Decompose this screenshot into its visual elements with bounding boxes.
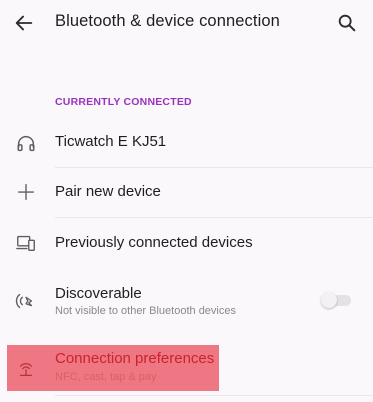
discoverable-label: Discoverable — [55, 285, 142, 302]
search-button[interactable] — [333, 9, 361, 37]
device-row-ticwatch[interactable]: Ticwatch E KJ51 — [0, 119, 373, 167]
divider — [55, 395, 373, 396]
toggle-thumb — [321, 292, 337, 308]
connection-preferences-summary: NFC, cast, tap & pay — [55, 371, 157, 383]
connection-preferences-icon — [12, 355, 40, 383]
arrow-back-icon — [15, 15, 33, 31]
search-icon — [338, 14, 356, 32]
section-header-currently-connected: CURRENTLY CONNECTED — [55, 96, 192, 108]
headphones-icon — [12, 129, 40, 157]
pair-new-device-row[interactable]: Pair new device — [0, 168, 373, 217]
previously-connected-devices-row[interactable]: Previously connected devices — [0, 218, 373, 268]
discoverable-toggle[interactable] — [321, 292, 353, 308]
app-bar: Bluetooth & device connection — [0, 0, 373, 46]
previously-connected-label: Previously connected devices — [55, 234, 253, 251]
discoverable-summary: Not visible to other Bluetooth devices — [55, 305, 236, 317]
connection-preferences-label: Connection preferences — [55, 350, 215, 367]
pair-new-device-label: Pair new device — [55, 183, 161, 200]
bluetooth-settings-screen: Bluetooth & device connection CURRENTLY … — [0, 0, 373, 402]
discoverable-row[interactable]: Discoverable Not visible to other Blueto… — [0, 270, 373, 332]
devices-icon — [12, 229, 40, 257]
back-button[interactable] — [10, 9, 38, 37]
device-name: Ticwatch E KJ51 — [55, 133, 167, 150]
bluetooth-searching-icon — [12, 287, 40, 315]
plus-icon — [12, 178, 40, 206]
connection-preferences-row[interactable]: Connection preferences NFC, cast, tap & … — [0, 345, 373, 391]
page-title: Bluetooth & device connection — [55, 12, 280, 30]
